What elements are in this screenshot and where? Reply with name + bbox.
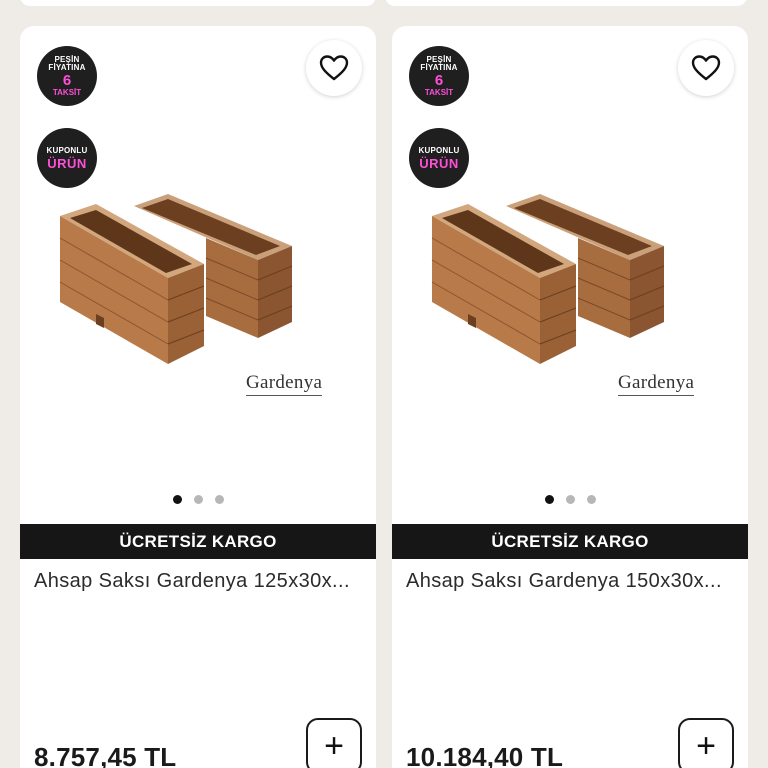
coupon-badge-line2: ÜRÜN: [47, 155, 87, 171]
product-card[interactable]: PEŞİN FİYATINA 6 TAKSİT KUPONLU ÜRÜN Gar…: [392, 26, 748, 768]
installment-badge-line3: TAKSİT: [52, 87, 82, 97]
planter-front: [59, 204, 205, 364]
carousel-dot[interactable]: [193, 495, 203, 504]
add-to-cart-button[interactable]: +: [306, 718, 362, 768]
free-shipping-banner: ÜCRETSİZ KARGO: [20, 524, 376, 559]
carousel-dot[interactable]: [214, 495, 224, 504]
carousel-dot[interactable]: [586, 495, 596, 504]
previous-card-bottom-left: [20, 0, 376, 6]
product-card[interactable]: PEŞİN FİYATINA 6 TAKSİT KUPONLU ÜRÜN Gar…: [20, 26, 376, 768]
heart-outline-icon: [319, 55, 349, 81]
carousel-dots: [20, 495, 376, 504]
installment-badge-line3: TAKSİT: [424, 87, 454, 97]
brand-watermark: Gardenya: [246, 372, 323, 396]
product-title[interactable]: Ahsap Saksı Gardenya 125x30x...: [34, 570, 366, 593]
planter-front: [431, 204, 577, 364]
product-price: 10.184,40 TL: [406, 742, 564, 768]
free-shipping-banner: ÜCRETSİZ KARGO: [392, 524, 748, 559]
installment-badge: PEŞİN FİYATINA 6 TAKSİT: [409, 46, 469, 106]
coupon-badge-line2: ÜRÜN: [419, 155, 459, 171]
coupon-badge: KUPONLU ÜRÜN: [409, 128, 469, 188]
installment-badge-line2: FİYATINA: [420, 62, 458, 72]
installment-badge: PEŞİN FİYATINA 6 TAKSİT: [37, 46, 97, 106]
heart-outline-icon: [691, 55, 721, 81]
favorite-button[interactable]: [678, 40, 734, 96]
add-to-cart-button[interactable]: +: [678, 718, 734, 768]
plus-icon: +: [696, 727, 716, 765]
carousel-dots: [392, 495, 748, 504]
previous-card-bottom-right: [385, 0, 747, 6]
carousel-dot[interactable]: [544, 495, 554, 504]
coupon-badge: KUPONLU ÜRÜN: [37, 128, 97, 188]
installment-badge-number: 6: [434, 71, 444, 89]
carousel-dot[interactable]: [172, 495, 182, 504]
installment-badge-number: 6: [62, 71, 72, 89]
installment-badge-line2: FİYATINA: [48, 62, 86, 72]
product-price: 8.757,45 TL: [34, 742, 177, 768]
plus-icon: +: [324, 727, 344, 765]
carousel-dot[interactable]: [565, 495, 575, 504]
favorite-button[interactable]: [306, 40, 362, 96]
brand-watermark: Gardenya: [618, 372, 695, 396]
product-title[interactable]: Ahsap Saksı Gardenya 150x30x...: [406, 570, 738, 593]
coupon-badge-line1: KUPONLU: [46, 145, 88, 155]
coupon-badge-line1: KUPONLU: [418, 145, 460, 155]
